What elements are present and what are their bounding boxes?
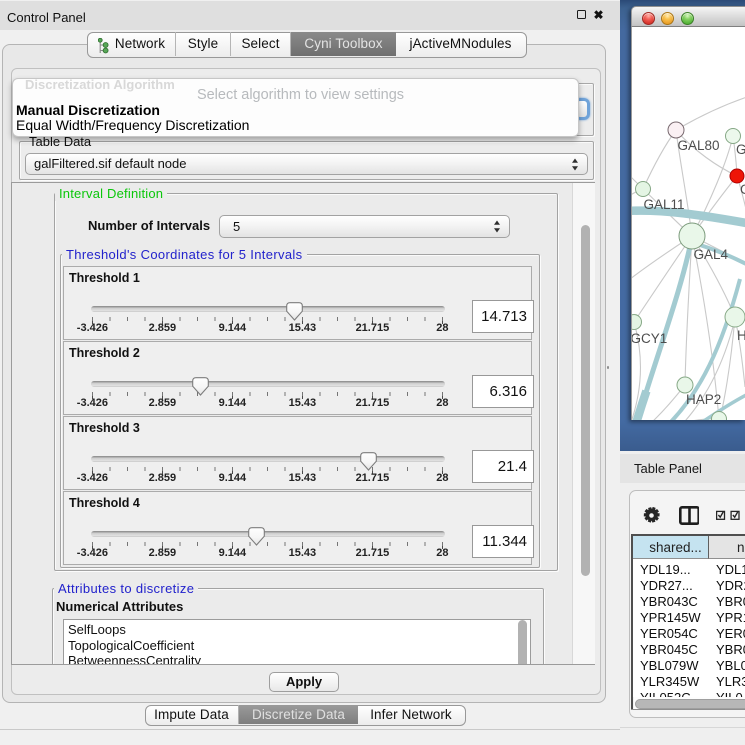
svg-text:GCY1: GCY1 bbox=[632, 331, 667, 346]
svg-text:GAL80: GAL80 bbox=[678, 138, 720, 153]
svg-text:GAL11: GAL11 bbox=[644, 197, 685, 212]
svg-text:GAL4: GAL4 bbox=[694, 247, 729, 262]
svg-text:C: C bbox=[740, 182, 745, 197]
svg-text:HAP2: HAP2 bbox=[686, 392, 721, 407]
svg-text:H: H bbox=[737, 328, 745, 343]
svg-text:GA: GA bbox=[736, 142, 745, 157]
